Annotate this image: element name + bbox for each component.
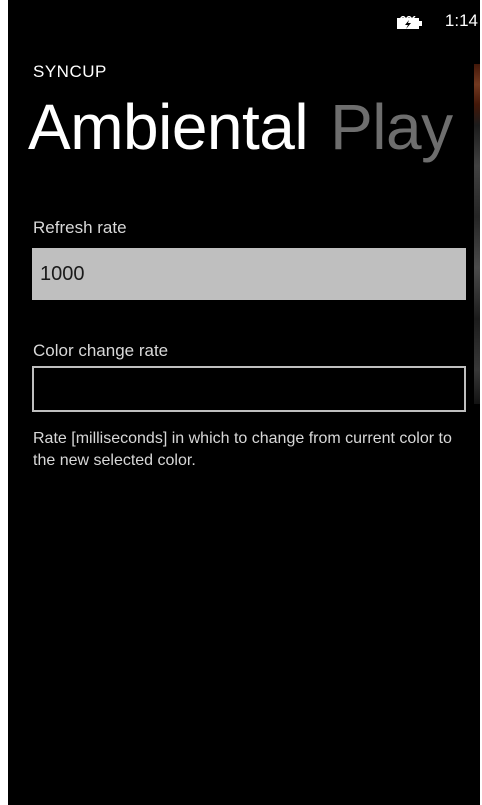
edge-artifact [474,64,480,404]
phone-screen: 1:14 SYNCUP Ambiental Play Refresh rate C… [8,0,480,805]
status-clock: 1:14 [444,11,478,30]
refresh-rate-input[interactable] [32,248,466,300]
help-text: Rate [milliseconds] in which to change f… [33,430,452,469]
status-bar: 1:14 [8,0,480,44]
color-change-rate-input[interactable] [32,366,466,412]
pivot-item-ambiental[interactable]: Ambiental [28,91,309,163]
color-change-rate-label: Color change rate [33,341,169,360]
pivot-header: Ambiental Play [28,90,453,164]
pivot-item-play[interactable]: Play [330,91,453,163]
battery-charging-icon [396,14,424,29]
refresh-rate-label: Refresh rate [33,218,127,237]
app-title: SYNCUP [33,62,107,81]
